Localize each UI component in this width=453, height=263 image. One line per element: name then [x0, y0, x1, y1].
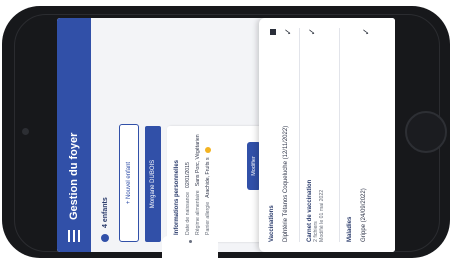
allergy-icon — [205, 147, 211, 154]
info-value: 02/01/2015 — [185, 162, 191, 189]
info-key: Date de naissance — [185, 192, 191, 235]
info-value: Sans Porc, Végétarien — [195, 134, 201, 187]
app-bar: Gestion du foyer — [57, 18, 91, 252]
info-value: Arachide, Fruits s — [205, 157, 211, 198]
main-content: 4 enfants + Nouvel enfant Morgane DUBOIS… — [91, 18, 395, 252]
check-icon: ✓ — [283, 28, 293, 36]
list-item[interactable]: Maladies — [347, 28, 353, 242]
check-icon: ✓ — [361, 28, 371, 36]
page-title: Gestion du foyer — [68, 132, 80, 220]
children-count-label: 4 enfants — [101, 197, 109, 228]
list-item[interactable]: Carnet de vaccination 2 fichiers Modifié… — [307, 28, 325, 242]
tab-indicator — [189, 240, 192, 243]
children-count: 4 enfants — [101, 197, 109, 242]
camera-icon — [22, 128, 29, 135]
info-row-birthdate: Date de naissance 02/01/2015 — [185, 133, 191, 235]
divider — [339, 28, 340, 242]
vaccination-header: Vaccinations — [269, 28, 276, 242]
card-heading: Informations personnelles — [174, 159, 180, 235]
info-row-allergy: Panier allergie Arachide, Fruits s — [205, 133, 211, 235]
section-title: Vaccinations — [269, 205, 275, 242]
children-icon — [101, 234, 109, 242]
list-item-label: Grippe (24/09/2022) — [361, 188, 367, 242]
selected-child-tab[interactable]: Morgane DUBOIS — [145, 126, 161, 242]
app-view: Gestion du foyer 4 enfants + Nouvel enfa… — [57, 18, 395, 252]
list-item[interactable]: Grippe (24/09/2022) ✓ — [361, 28, 371, 242]
list-item-label: Diphtérie Tétanos Coqueluche (12/11/2022… — [283, 125, 289, 242]
vaccination-panel: Vaccinations Diphtérie Tétanos Coqueluch… — [259, 18, 395, 252]
list-item[interactable]: Diphtérie Tétanos Coqueluche (12/11/2022… — [283, 28, 293, 242]
info-key: Régime alimentaire — [195, 190, 201, 235]
home-button[interactable] — [405, 111, 447, 153]
bottom-tab — [162, 236, 218, 258]
check-icon: ✓ — [307, 28, 317, 36]
menu-icon[interactable] — [68, 230, 80, 242]
info-row-diet: Régime alimentaire Sans Porc, Végétarien — [195, 133, 201, 235]
phone: Gestion du foyer 4 enfants + Nouvel enfa… — [2, 6, 450, 258]
screen: Gestion du foyer 4 enfants + Nouvel enfa… — [57, 18, 395, 252]
list-item-label: Maladies — [347, 216, 353, 242]
scene: Gestion du foyer 4 enfants + Nouvel enfa… — [0, 0, 453, 263]
list-item-sub: Modifié le 01 mai 2022 — [319, 189, 325, 242]
add-child-button[interactable]: + Nouvel enfant — [119, 124, 139, 242]
divider — [299, 28, 300, 242]
personal-info-card: Informations personnelles Date de naissa… — [167, 126, 269, 242]
more-icon[interactable] — [270, 29, 276, 35]
info-key: Panier allergie — [205, 201, 211, 235]
